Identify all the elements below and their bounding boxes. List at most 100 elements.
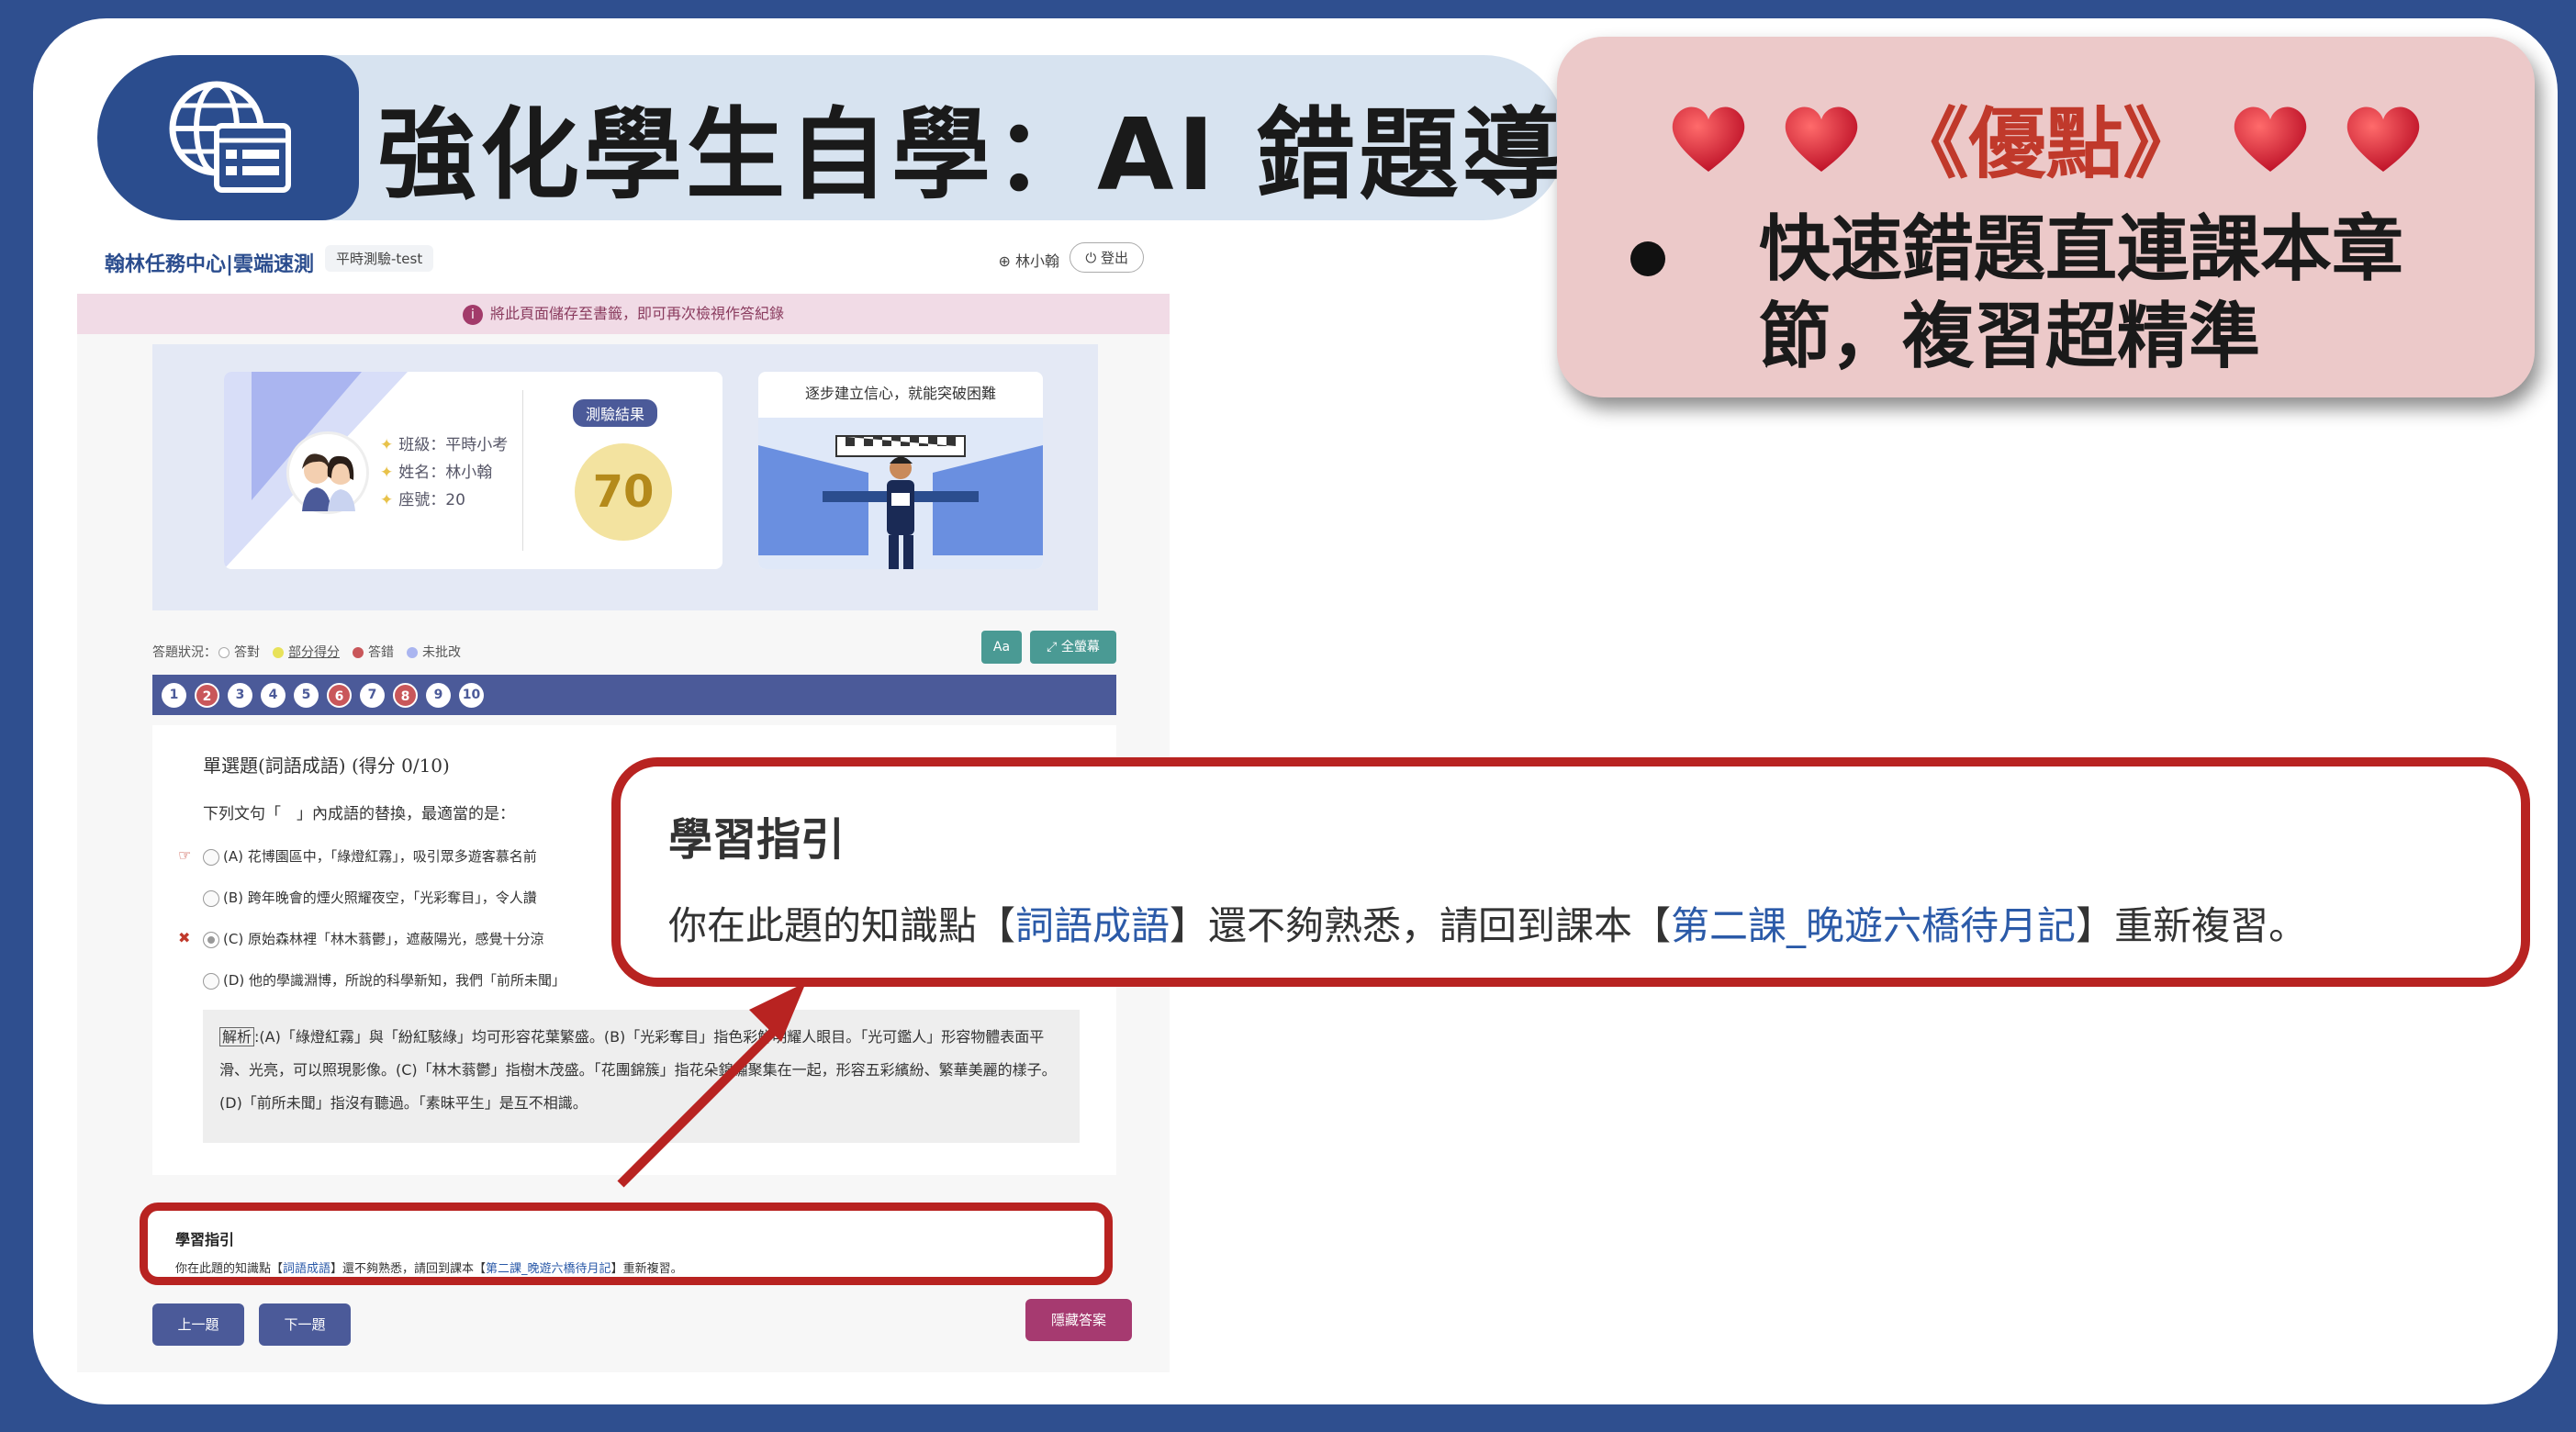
guide-text: 你在此題的知識點【詞語成語】還不夠熟悉，請回到課本【第二課_晚遊六橋待月記】重新… [175,1259,1077,1276]
guide-heading: 學習指引 [175,1231,235,1248]
heart-icon [1673,106,1745,172]
student-card: ✦ 班級：平時小考 ✦ 姓名：林小翰 ✦ 座號：20 測驗結果 70 [224,372,722,569]
question-number-button[interactable]: 9 [426,683,451,708]
avatar [286,431,369,514]
notice-text: 將此頁面儲存至書籤，即可再次檢視作答紀錄 [489,305,784,322]
explanation-label: 解析 [219,1027,255,1046]
class-text: 班級：平時小考 [398,436,509,454]
student-info: ✦ 班級：平時小考 ✦ 姓名：林小翰 ✦ 座號：20 [380,431,508,514]
slide: 強化學生自學：AI 錯題導航 《優點》 快速錯題直連課本章節，複習超精準 翰林任… [33,18,2558,1404]
advantages-heading: 《優點》 [1891,99,2201,189]
zoom-lesson-link[interactable]: 第二課_晚遊六橋待月記 [1671,903,2076,948]
answer-legend: 答題狀況： 答對 部分得分 答錯 未批改 [152,643,461,661]
legend-prefix: 答題狀況： [152,645,217,660]
legend-label: 部分得分 [288,645,340,660]
zoom-guide-pre: 你在此題的知識點【 [668,903,1016,948]
option-text: (C) 原始森林裡「林木蓊鬱」，遮蔽陽光，感覺十分涼 [223,931,544,947]
fullscreen-button[interactable]: ⤢ 全螢幕 [1030,631,1116,664]
radio[interactable] [203,848,219,866]
result-label: 測驗結果 [573,399,658,427]
fullscreen-label: 全螢幕 [1060,640,1100,654]
student-seat: ✦ 座號：20 [380,491,465,509]
encourage-card: 逐步建立信心，就能突破困難 [758,372,1043,569]
zoom-guide-post: 】重新複習。 [2076,903,2308,948]
legend-label: 答錯 [368,645,394,660]
option-c[interactable]: (C) 原始森林裡「林木蓊鬱」，遮蔽陽光，感覺十分涼 [203,929,543,948]
exam-tag: 平時測驗-test [325,245,434,272]
explanation-text: :(A)「綠燈紅霧」與「紛紅駭綠」均可形容花葉繁盛。(B)「光彩奪目」指色彩鮮明… [219,1028,1057,1112]
guide-pre: 你在此題的知識點【 [175,1262,284,1276]
option-b[interactable]: (B) 跨年晚會的煙火照耀夜空，「光彩奪目」，令人讚 [203,888,537,907]
explanation-box: 解析:(A)「綠燈紅霧」與「紛紅駭綠」均可形容花葉繁盛。(B)「光彩奪目」指色彩… [203,1010,1080,1143]
question-number-button[interactable]: 10 [459,683,484,708]
question-number-button[interactable]: 6 [327,683,352,708]
question-title: 單選題(詞語成語) (得分 0/10) [203,755,450,777]
title-banner: 強化學生自學：AI 錯題導航 [97,55,1663,220]
wrong-x-icon: ✖ [178,929,191,946]
hand-pointer-icon: ☞ [178,846,192,864]
question-number-button[interactable]: 5 [294,683,319,708]
student-class: ✦ 班級：平時小考 [380,436,509,454]
legend-dot-wrong [353,647,364,658]
student-name: ✦ 姓名：林小翰 [380,464,493,482]
bookmark-notice: i 將此頁面儲存至書籤，即可再次檢視作答紀錄 [77,294,1170,334]
page-title: 強化學生自學：AI 錯題導航 [377,98,1668,213]
score-badge: 70 [575,443,672,541]
topic-link[interactable]: 詞語成語 [283,1262,330,1276]
heart-icon [2346,106,2419,172]
logout-label: 登出 [1100,250,1128,266]
runner-illustration [758,418,1043,569]
bullet-dot [1630,241,1665,276]
heart-icon [1786,106,1858,172]
advantages-heading-row: 《優點》 [1557,83,2535,194]
zoom-guide-heading: 學習指引 [668,814,846,866]
user-name: ⊕ 林小翰 [998,252,1059,270]
learning-guide-zoom: 學習指引 你在此題的知識點【詞語成語】還不夠熟悉，請回到課本【第二課_晚遊六橋待… [611,757,2530,987]
legend-label: 答對 [234,645,260,660]
question-number-button[interactable]: 2 [195,683,219,708]
logout-button[interactable]: ⏻ 登出 [1070,242,1144,273]
question-number-button[interactable]: 1 [162,683,186,708]
top-bar: 翰林任務中心|雲端速測 平時測驗-test ⊕ 林小翰 ⏻ 登出 [77,229,1170,294]
legend-dot-ungraded [407,647,418,658]
radio-selected[interactable] [203,931,219,948]
radio[interactable] [203,889,219,907]
zoom-topic-link[interactable]: 詞語成語 [1015,903,1170,948]
web-form-icon [97,55,359,220]
next-question-button[interactable]: 下一題 [259,1303,351,1346]
user-name-text: 林小翰 [1014,252,1059,270]
advantages-box: 《優點》 快速錯題直連課本章節，複習超精準 [1557,37,2535,397]
option-text: (D) 他的學識淵博，所說的科學新知，我們「前所未聞」 [223,972,566,989]
lesson-link[interactable]: 第二課_晚遊六橋待月記 [486,1262,611,1276]
option-a[interactable]: (A) 花博園區中，「綠燈紅霧」，吸引眾多遊客慕名前 [203,846,537,866]
font-size-button[interactable]: Aa [981,631,1022,664]
legend-label: 未批改 [422,645,461,660]
advantage-text: 快速錯題直連課本章節，複習超精準 [1759,208,2404,378]
prev-question-button[interactable]: 上一題 [152,1303,244,1346]
question-stem: 下列文句「 」內成語的替換，最適當的是： [203,805,515,823]
zoom-guide-mid: 】還不夠熟悉，請回到課本【 [1170,903,1672,948]
info-icon: i [462,305,483,325]
radio[interactable] [203,972,219,990]
learning-guide-box: 學習指引 你在此題的知識點【詞語成語】還不夠熟悉，請回到課本【第二課_晚遊六橋待… [140,1203,1113,1285]
advantage-item: 快速錯題直連課本章節，複習超精準 [1630,207,2512,381]
question-number-nav: 1 2 3 4 5 6 7 8 9 10 [152,675,1116,715]
result-hero: ✦ 班級：平時小考 ✦ 姓名：林小翰 ✦ 座號：20 測驗結果 70 逐步建立信心，就… [152,344,1098,610]
zoom-guide-text: 你在此題的知識點【詞語成語】還不夠熟悉，請回到課本【第二課_晚遊六橋待月記】重新… [668,895,2307,951]
option-text: (A) 花博園區中，「綠燈紅霧」，吸引眾多遊客慕名前 [223,848,537,865]
seat-text: 座號：20 [398,491,465,509]
legend-dot-partial [273,647,284,658]
hide-answer-button[interactable]: 隱藏答案 [1025,1299,1132,1341]
expand-icon: ⤢ [1047,640,1061,654]
question-number-button[interactable]: 7 [360,683,385,708]
question-number-button[interactable]: 4 [261,683,286,708]
brand-logo[interactable]: 翰林任務中心|雲端速測 [105,248,314,277]
divider [522,390,523,551]
question-number-button[interactable]: 8 [393,683,418,708]
heart-icon [2234,106,2306,172]
option-d[interactable]: (D) 他的學識淵博，所說的科學新知，我們「前所未聞」 [203,970,566,990]
question-number-button[interactable]: 3 [228,683,252,708]
option-text: (B) 跨年晚會的煙火照耀夜空，「光彩奪目」，令人讚 [223,889,537,906]
name-text: 姓名：林小翰 [398,464,493,482]
guide-mid: 】還不夠熟悉，請回到課本【 [330,1262,487,1276]
